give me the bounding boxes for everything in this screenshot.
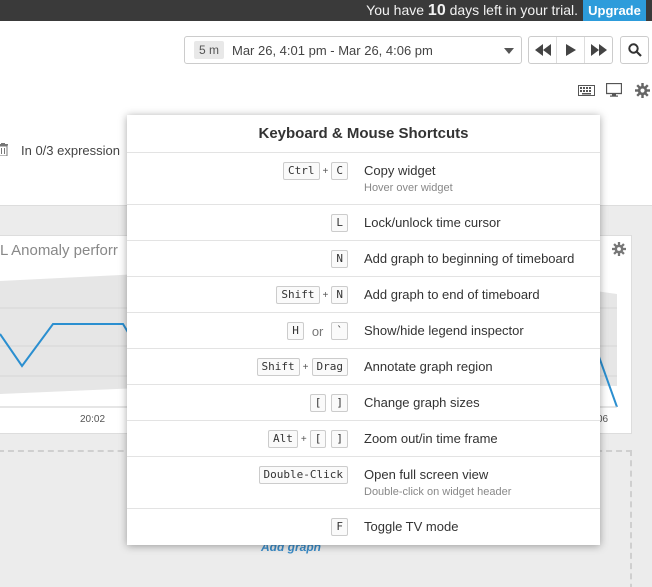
trial-days: 10 bbox=[427, 2, 446, 19]
shortcut-row: N Add graph to beginning of timeboard bbox=[127, 241, 600, 277]
tv-mode-button[interactable] bbox=[605, 82, 623, 98]
key-separator: + bbox=[302, 361, 309, 373]
key-cap: N bbox=[331, 250, 348, 268]
shortcut-action: Toggle TV mode bbox=[364, 519, 459, 534]
shortcut-row: Hor ` Show/hide legend inspector bbox=[127, 313, 600, 349]
trial-prefix: You have bbox=[366, 2, 425, 18]
monitor-icon bbox=[606, 83, 622, 97]
key-cap: Ctrl bbox=[283, 162, 320, 180]
shortcut-keys: Shift + Drag bbox=[256, 358, 348, 376]
fast-forward-button[interactable] bbox=[584, 37, 612, 63]
shortcut-keys: Alt +[] bbox=[268, 430, 348, 448]
shortcut-keys: Shift + N bbox=[276, 286, 348, 304]
chevron-down-icon bbox=[504, 48, 514, 54]
key-cap: ] bbox=[331, 430, 348, 448]
key-cap: [ bbox=[309, 394, 327, 412]
key-cap: Double-Click bbox=[258, 466, 348, 484]
shortcut-action: Open full screen view bbox=[364, 467, 489, 482]
key-cap: Alt bbox=[268, 430, 298, 448]
shortcut-action: Add graph to end of timeboard bbox=[364, 287, 540, 302]
key-cap: Drag bbox=[311, 358, 348, 376]
timeframe-selector[interactable]: 5 m Mar 26, 4:01 pm - Mar 26, 4:06 pm bbox=[184, 36, 522, 64]
key-cap: ` bbox=[331, 322, 348, 340]
expressions-status: In 0/3 expression bbox=[21, 143, 121, 158]
play-button[interactable] bbox=[556, 37, 584, 63]
trial-banner: You have 10 days left in your trial. Upg… bbox=[0, 0, 652, 21]
shortcut-row: Double-Click Open full screen view Double-… bbox=[127, 457, 600, 509]
shortcut-keys: F bbox=[331, 518, 348, 536]
key-separator: + bbox=[322, 289, 329, 301]
shortcut-action: Copy widget bbox=[364, 163, 436, 178]
shortcut-action: Lock/unlock time cursor bbox=[364, 215, 501, 230]
dashboard-settings-button[interactable] bbox=[633, 82, 651, 98]
shortcut-keys: [] bbox=[309, 394, 348, 412]
shortcut-row: Ctrl + C Copy widget Hover over widget bbox=[127, 153, 600, 205]
key-cap: C bbox=[331, 162, 348, 180]
shortcuts-popover: Keyboard & Mouse Shortcuts Ctrl + C Copy wi… bbox=[127, 115, 600, 545]
time-navigation bbox=[528, 36, 613, 64]
trial-message: You have 10 days left in your trial. bbox=[366, 2, 578, 19]
timeframe-range: Mar 26, 4:01 pm - Mar 26, 4:06 pm bbox=[232, 43, 433, 58]
upgrade-button[interactable]: Upgrade bbox=[583, 0, 646, 21]
shortcut-action: Annotate graph region bbox=[364, 359, 493, 374]
keyboard-icon bbox=[577, 84, 595, 96]
shortcut-hint: Double-click on widget header bbox=[364, 486, 512, 498]
key-cap: ] bbox=[331, 394, 348, 412]
key-cap: L bbox=[331, 214, 348, 232]
shortcut-action: Zoom out/in time frame bbox=[364, 431, 498, 446]
shortcut-row: F Toggle TV mode bbox=[127, 509, 600, 545]
or-separator: or bbox=[311, 323, 324, 339]
keyboard-shortcuts-button[interactable] bbox=[577, 82, 595, 98]
shortcuts-title: Keyboard & Mouse Shortcuts bbox=[127, 115, 600, 153]
key-cap: F bbox=[331, 518, 348, 536]
key-separator: + bbox=[300, 433, 307, 445]
x-tick-label: 20:02 bbox=[80, 414, 106, 425]
shortcuts-list: Ctrl + C Copy widget Hover over widget L Lock/… bbox=[127, 153, 600, 545]
gear-icon bbox=[634, 82, 650, 98]
timeframe-span: 5 m bbox=[194, 41, 225, 59]
shortcut-keys: L bbox=[331, 214, 348, 232]
play-icon bbox=[565, 44, 576, 56]
shortcut-hint: Hover over widget bbox=[364, 182, 453, 194]
shortcut-action: Change graph sizes bbox=[364, 395, 480, 410]
shortcut-keys: Ctrl + C bbox=[283, 162, 348, 180]
shortcut-keys: Double-Click bbox=[258, 466, 348, 484]
rewind-button[interactable] bbox=[529, 37, 556, 63]
shortcut-action: Add graph to beginning of timeboard bbox=[364, 251, 575, 266]
shortcut-action: Show/hide legend inspector bbox=[364, 323, 524, 338]
key-cap: N bbox=[331, 286, 348, 304]
shortcut-row: Alt +[] Zoom out/in time frame bbox=[127, 421, 600, 457]
shortcut-row: Shift + N Add graph to end of timeboard bbox=[127, 277, 600, 313]
shortcut-row: Shift + Drag Annotate graph region bbox=[127, 349, 600, 385]
shortcut-row: L Lock/unlock time cursor bbox=[127, 205, 600, 241]
trash-icon[interactable] bbox=[0, 143, 8, 156]
zoom-button[interactable] bbox=[620, 36, 649, 64]
shortcut-row: [] Change graph sizes bbox=[127, 385, 600, 421]
key-separator: + bbox=[322, 165, 329, 177]
trial-suffix: days left in your trial. bbox=[449, 2, 578, 18]
shortcut-keys: N bbox=[331, 250, 348, 268]
key-cap: H bbox=[287, 322, 304, 340]
rewind-icon bbox=[534, 44, 551, 56]
key-cap: [ bbox=[309, 430, 327, 448]
fast-forward-icon bbox=[590, 44, 607, 56]
key-cap: Shift bbox=[256, 358, 300, 376]
search-icon bbox=[627, 43, 642, 57]
key-cap: Shift bbox=[276, 286, 320, 304]
shortcut-keys: Hor ` bbox=[287, 322, 348, 340]
